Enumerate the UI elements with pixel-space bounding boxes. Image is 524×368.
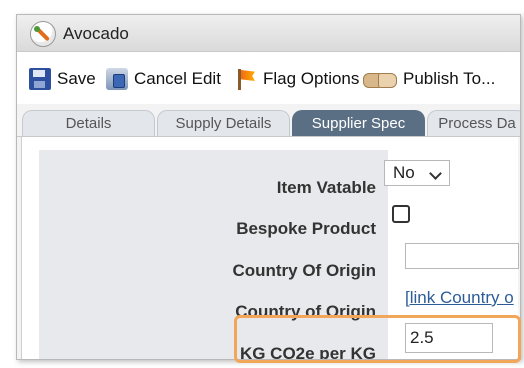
publish-to-button[interactable]: Publish To... xyxy=(363,67,495,91)
cancel-edit-button[interactable]: Cancel Edit xyxy=(106,67,221,91)
save-icon xyxy=(29,68,51,90)
app-window: Avocado Save Cancel Edit Flag Options Pu… xyxy=(16,14,521,360)
cancel-edit-icon xyxy=(106,68,128,90)
item-vatable-label: Item Vatable xyxy=(276,178,376,197)
flag-options-button[interactable]: Flag Options xyxy=(235,67,359,91)
publish-label: Publish To... xyxy=(403,69,496,88)
bespoke-product-label: Bespoke Product xyxy=(236,219,376,238)
avocado-icon xyxy=(30,21,56,47)
cancel-edit-label: Cancel Edit xyxy=(134,69,221,88)
window-title: Avocado xyxy=(63,24,129,43)
tab-details[interactable]: Details xyxy=(22,110,155,136)
flag-icon xyxy=(235,68,257,90)
item-vatable-value: No xyxy=(393,163,415,182)
title-bar: Avocado xyxy=(17,15,520,52)
handshake-icon xyxy=(363,68,397,90)
kg-co2e-highlight xyxy=(234,315,521,363)
tab-process-data[interactable]: Process Da xyxy=(427,110,520,136)
toolbar: Save Cancel Edit Flag Options Publish To… xyxy=(17,52,520,104)
tab-bar: Details Supply Details Supplier Spec Pro… xyxy=(17,106,520,137)
save-label: Save xyxy=(57,69,96,88)
item-vatable-select[interactable]: No xyxy=(384,160,450,186)
country-of-origin-input[interactable] xyxy=(405,243,519,269)
tab-supply-details[interactable]: Supply Details xyxy=(157,110,290,136)
country-of-origin-link[interactable]: [link Country o xyxy=(405,288,514,308)
flag-options-label: Flag Options xyxy=(263,69,360,88)
bespoke-product-checkbox[interactable] xyxy=(392,205,410,223)
chevron-down-icon xyxy=(429,167,442,180)
icon-tip xyxy=(34,26,40,32)
save-button[interactable]: Save xyxy=(29,67,96,91)
tab-supplier-spec[interactable]: Supplier Spec xyxy=(292,110,425,136)
country-of-origin-label: Country Of Origin xyxy=(232,261,376,280)
